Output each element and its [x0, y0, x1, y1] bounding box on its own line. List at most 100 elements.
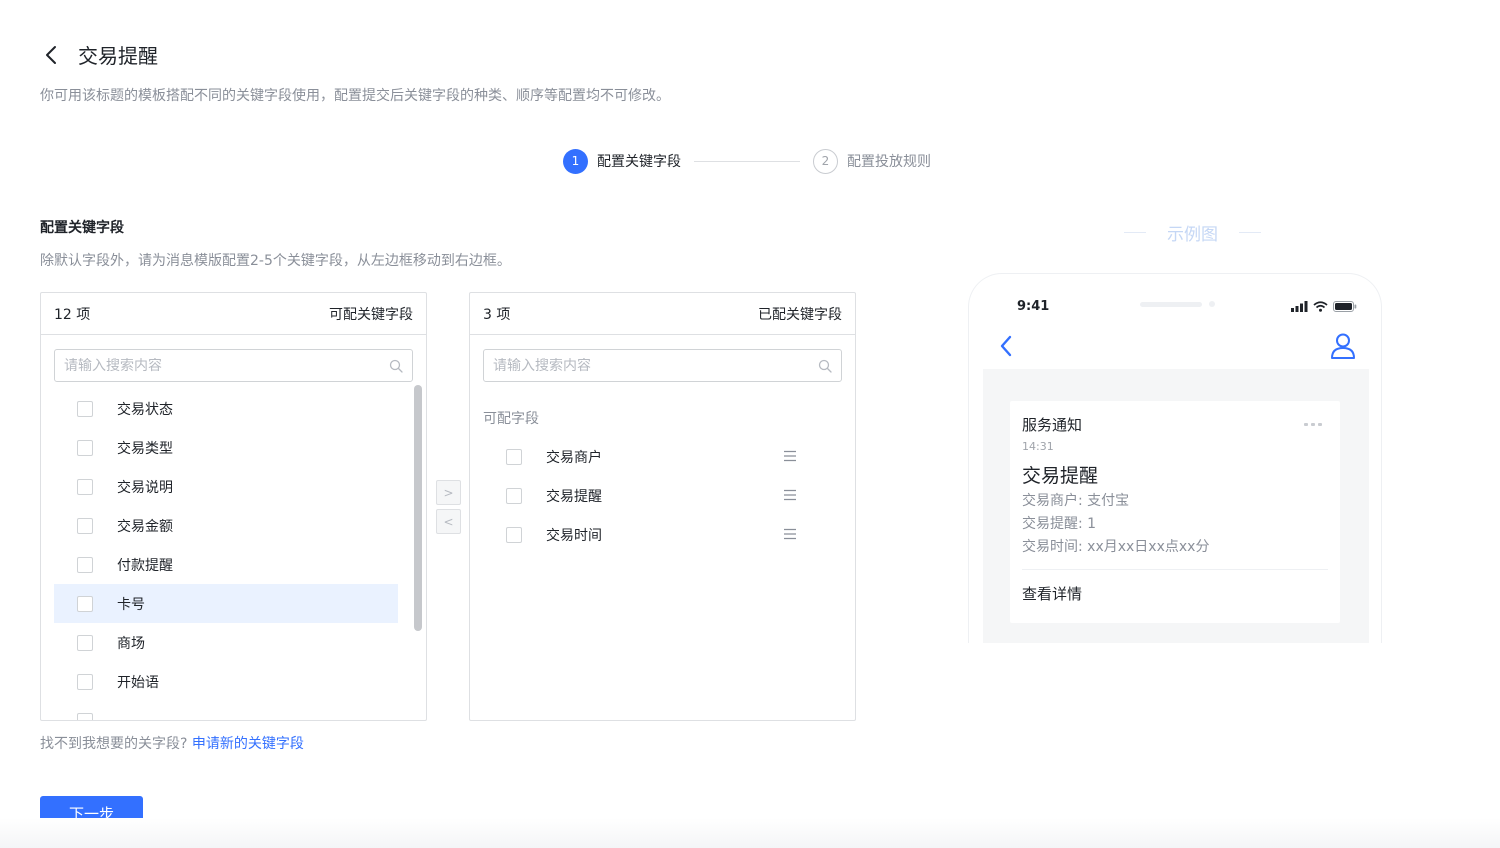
item-count: 3 项: [483, 306, 511, 323]
list-item-label: 商场: [117, 635, 145, 652]
phone-back-icon[interactable]: [999, 334, 1013, 362]
checkbox[interactable]: [506, 487, 522, 504]
checkbox[interactable]: [77, 673, 93, 690]
hint-text: 找不到我想要的关字段?: [40, 736, 188, 752]
card-field: 交易时间: xx月xx日xx点xx分: [1022, 539, 1210, 555]
checkbox[interactable]: [77, 556, 93, 573]
apply-new-field-link[interactable]: 申请新的关键字段: [192, 736, 304, 752]
checkbox[interactable]: [77, 517, 93, 534]
divider: [1124, 232, 1146, 233]
drag-handle-icon[interactable]: [783, 449, 797, 463]
item-count: 12 项: [54, 306, 91, 323]
checkbox[interactable]: [77, 400, 93, 417]
transfer-controls: > <: [436, 480, 461, 538]
list-item-partial[interactable]: [54, 701, 398, 720]
checkbox[interactable]: [506, 448, 522, 465]
more-icon[interactable]: [1304, 422, 1328, 427]
list-item-label: 交易状态: [117, 401, 173, 418]
card-divider: [1022, 569, 1328, 570]
search-input[interactable]: [64, 357, 364, 374]
list-item[interactable]: 交易商户: [483, 437, 823, 476]
page-title: 交易提醒: [78, 44, 158, 68]
list-item-label: 卡号: [117, 596, 145, 613]
checkbox[interactable]: [77, 595, 93, 612]
list-item-selected[interactable]: 卡号: [54, 584, 398, 623]
available-fields-panel: 12 项 可配关键字段 交易状态 交易类型 交易说明 交易金额 付款提醒: [40, 292, 427, 721]
list-item-label: 交易类型: [117, 440, 173, 457]
phone-preview: 9:41 服务通知 14:31 交易提醒 交易商户: 支付宝 交易提醒: 1 交…: [968, 273, 1382, 643]
search-box: [483, 349, 842, 382]
list-item-label: 开始语: [117, 674, 159, 691]
example-title: 示例图: [1167, 225, 1218, 245]
drag-handle-icon[interactable]: [783, 527, 797, 541]
bottom-fade: [0, 818, 1500, 848]
list-item-label: 付款提醒: [117, 557, 173, 574]
footer-hint: 找不到我想要的关字段? 申请新的关键字段: [40, 733, 304, 753]
checkbox[interactable]: [77, 439, 93, 456]
list-item-label: 交易金额: [117, 518, 173, 535]
notification-card: 服务通知 14:31 交易提醒 交易商户: 支付宝 交易提醒: 1 交易时间: …: [1010, 401, 1340, 623]
card-source: 服务通知: [1022, 416, 1083, 434]
phone-time: 9:41: [1017, 298, 1050, 314]
back-arrow-icon[interactable]: [40, 44, 62, 66]
card-title: 交易提醒: [1022, 465, 1099, 487]
card-field: 交易商户: 支付宝: [1022, 493, 1130, 509]
list-item[interactable]: 商场: [54, 623, 398, 662]
divider: [1239, 232, 1261, 233]
step-indicator: 1 配置关键字段 2 配置投放规则: [563, 148, 931, 174]
list-item-label: 交易商户: [546, 449, 602, 466]
step-2-number: 2: [813, 148, 838, 174]
step-1-label: 配置关键字段: [597, 154, 681, 170]
status-icons: [1291, 300, 1357, 312]
checkbox[interactable]: [77, 478, 93, 495]
list-item[interactable]: 交易状态: [54, 389, 398, 428]
panel-title: 已配关键字段: [758, 306, 842, 323]
search-icon[interactable]: [818, 359, 832, 373]
card-time: 14:31: [1022, 440, 1054, 453]
user-profile-icon[interactable]: [1330, 332, 1356, 364]
search-box: [54, 349, 413, 382]
panel-header: 3 项 已配关键字段: [470, 293, 855, 335]
phone-status-bar: 9:41: [1017, 296, 1357, 316]
card-header: 服务通知: [1022, 414, 1328, 435]
checkbox[interactable]: [77, 634, 93, 651]
list-item[interactable]: 交易提醒: [483, 476, 823, 515]
section-description: 除默认字段外，请为消息模版配置2-5个关键字段，从左边框移动到右边框。: [40, 253, 511, 269]
list-item-label: 交易时间: [546, 527, 602, 544]
page-header: 交易提醒: [40, 40, 158, 69]
phone-content: 服务通知 14:31 交易提醒 交易商户: 支付宝 交易提醒: 1 交易时间: …: [983, 369, 1369, 643]
configured-fields-list: 可配字段 交易商户 交易提醒 交易时间: [483, 397, 823, 554]
search-icon[interactable]: [389, 359, 403, 373]
move-right-button[interactable]: >: [436, 480, 461, 505]
step-1-number: 1: [563, 148, 588, 174]
available-fields-list: 交易状态 交易类型 交易说明 交易金额 付款提醒 卡号 商场 开始语: [54, 389, 398, 720]
configured-fields-panel: 3 项 已配关键字段 可配字段 交易商户 交易提醒 交易时间: [469, 292, 856, 721]
wifi-icon: [1313, 300, 1328, 312]
list-item-label: 交易说明: [117, 479, 173, 496]
scrollbar[interactable]: [414, 385, 422, 631]
list-item[interactable]: 交易金额: [54, 506, 398, 545]
list-item[interactable]: 交易说明: [54, 467, 398, 506]
step-2-label: 配置投放规则: [847, 154, 931, 170]
list-item[interactable]: 交易时间: [483, 515, 823, 554]
step-connector: [694, 160, 800, 162]
list-item[interactable]: 付款提醒: [54, 545, 398, 584]
list-item[interactable]: 开始语: [54, 662, 398, 701]
page-subtitle: 你可用该标题的模板搭配不同的关键字段使用，配置提交后关键字段的种类、顺序等配置均…: [40, 88, 670, 104]
list-item[interactable]: 交易类型: [54, 428, 398, 467]
checkbox[interactable]: [77, 712, 93, 720]
group-label: 可配字段: [483, 411, 539, 427]
drag-handle-icon[interactable]: [783, 488, 797, 502]
battery-icon: [1333, 300, 1357, 312]
checkbox[interactable]: [506, 526, 522, 543]
card-field: 交易提醒: 1: [1022, 516, 1097, 532]
search-input[interactable]: [493, 357, 793, 374]
panel-title: 可配关键字段: [329, 306, 413, 323]
view-details-link[interactable]: 查看详情: [1022, 583, 1328, 604]
signal-icon: [1291, 300, 1308, 312]
example-label: 示例图: [1103, 220, 1282, 245]
list-item-label: 交易提醒: [546, 488, 602, 505]
panel-header: 12 项 可配关键字段: [41, 293, 426, 335]
move-left-button[interactable]: <: [436, 509, 461, 534]
section-title: 配置关键字段: [40, 220, 124, 236]
